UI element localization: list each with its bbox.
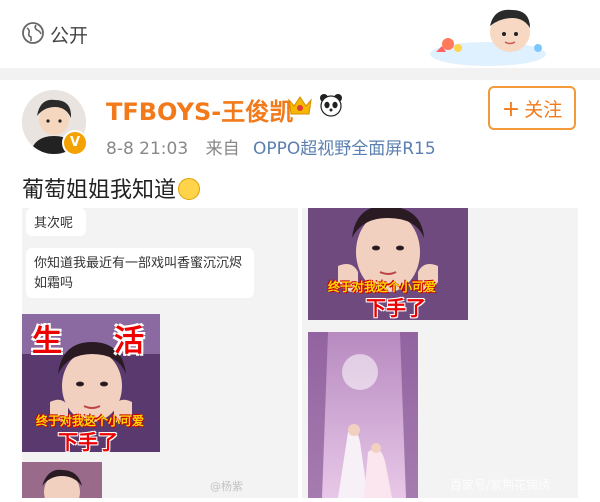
crown-icon — [288, 96, 312, 115]
follow-label: 关注 — [524, 99, 563, 121]
sticker-right-caption-2: 下手了 — [366, 296, 426, 320]
post-meta: 8-8 21:03 来自 OPPO超视野全面屏R15 — [106, 134, 436, 159]
image-left[interactable]: 其次呢 你知道我最近有一部戏叫香蜜沉沉烬如霜吗 生 活 终于对我这个小可爱 下手… — [22, 208, 298, 498]
chat-message-1: 其次呢 — [34, 216, 74, 231]
visibility-label[interactable]: 公开 — [50, 21, 88, 48]
grin-emoji-icon — [178, 178, 201, 200]
sticker-left-bottom — [22, 462, 102, 498]
panda-icon — [320, 94, 342, 117]
follow-button[interactable]: + 关注 — [488, 86, 576, 130]
section-divider — [0, 68, 600, 80]
top-bar: 公开 — [0, 0, 600, 68]
globe-icon — [22, 22, 44, 44]
image-right[interactable]: 终于对我这个小可爱 下手了 百家号/紫荆花锦绣 — [302, 208, 578, 498]
verified-badge: V — [62, 130, 88, 156]
image-grid: 其次呢 你知道我最近有一部戏叫香蜜沉沉烬如霜吗 生 活 终于对我这个小可爱 下手… — [22, 208, 578, 498]
header-decoration-image — [430, 9, 546, 66]
sticker-word-1: 生 — [32, 324, 62, 359]
post-text: 葡萄姐姐我知道 — [22, 172, 201, 204]
chat-bubble-2: 你知道我最近有一部戏叫香蜜沉沉烬如霜吗 — [26, 248, 254, 298]
post-text-content: 葡萄姐姐我知道 — [22, 178, 177, 203]
sticker-bottom-image — [22, 462, 102, 498]
plus-icon: + — [501, 97, 521, 122]
sticker-caption-2: 下手了 — [58, 430, 118, 452]
sticker-left-top: 生 活 终于对我这个小可爱 下手了 — [22, 314, 160, 452]
sticker-right-top: 终于对我这个小可爱 下手了 — [308, 208, 468, 320]
chat-message-2: 你知道我最近有一部戏叫香蜜沉沉烬如霜吗 — [34, 256, 243, 291]
watermark-left: @杨紫 — [210, 480, 243, 493]
sticker-word-2: 活 — [114, 324, 144, 359]
post-source[interactable]: OPPO超视野全面屏R15 — [253, 139, 436, 159]
post-time: 8-8 21:03 — [106, 139, 189, 159]
watermark-right: 百家号/紫荆花锦绣 — [450, 478, 551, 492]
drama-poster-image — [308, 332, 418, 498]
author-name[interactable]: TFBOYS-王俊凯 — [106, 92, 293, 127]
drama-poster — [308, 332, 418, 498]
chat-bubble-1: 其次呢 — [26, 208, 86, 236]
source-prefix: 来自 — [205, 139, 240, 159]
